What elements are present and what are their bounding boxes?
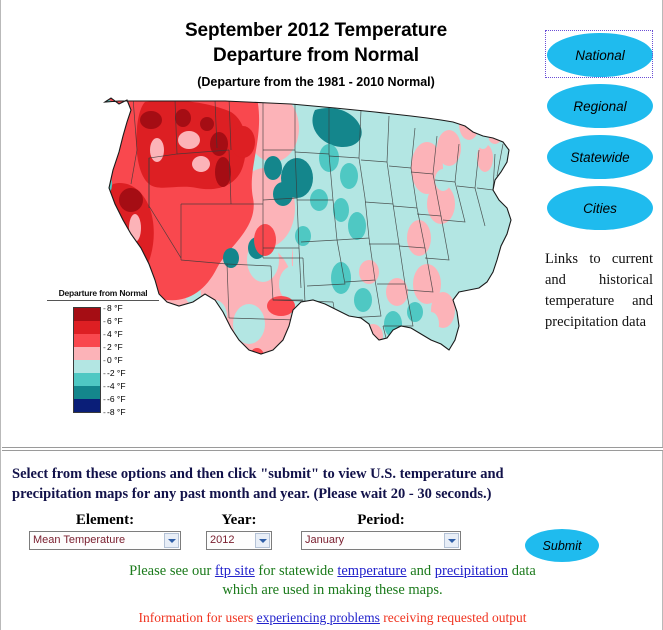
legend-colorbar	[73, 307, 101, 413]
legend-tick-label: -8 °F	[107, 407, 126, 417]
period-select[interactable]: January	[301, 531, 461, 550]
chevron-down-icon[interactable]	[164, 533, 179, 548]
experiencing-problems-link[interactable]: experiencing problems	[257, 610, 380, 625]
legend-tick-6: --4 °F	[103, 380, 126, 393]
chevron-down-icon[interactable]	[255, 533, 270, 548]
map-anomaly-fills	[105, 98, 511, 354]
submit-button[interactable]: Submit	[525, 529, 599, 562]
nav-button-national[interactable]: National	[545, 30, 655, 80]
legend-tick-label: 4 °F	[107, 329, 123, 339]
submit-button-label: Submit	[542, 538, 582, 553]
legend-tick-7: --6 °F	[103, 393, 126, 406]
legend-band-1	[74, 321, 100, 334]
period-label: Period:	[357, 512, 405, 528]
problems-note: Information for users experiencing probl…	[1, 610, 663, 626]
legend-tick-1: -6 °F	[103, 315, 123, 328]
problems-pre-text: Information for users	[138, 610, 257, 625]
legend-band-5	[74, 373, 100, 386]
ftp-post-text: data	[508, 563, 536, 579]
legend-tick-2: -4 °F	[103, 328, 123, 341]
sidebar-nav-buttons: National Regional Statewide Cities	[545, 30, 657, 233]
period-control-group: Period: January	[301, 512, 461, 550]
instructions-line-1: Select from these options and then click…	[12, 466, 504, 482]
ftp-mid-text-1: for statewide	[254, 563, 338, 579]
year-control-group: Year: 2012	[206, 512, 272, 550]
form-controls: Element: Mean Temperature Year: 2012 Per…	[1, 512, 663, 562]
form-instructions: Select from these options and then click…	[12, 464, 652, 504]
map-legend: Departure from Normal -8 °F -6 °F -4 °F -2 …	[47, 288, 159, 417]
page-frame: September 2012 Temperature Departure fro…	[0, 0, 663, 630]
legend-tick-label: 6 °F	[107, 316, 123, 326]
temperature-link[interactable]: temperature	[337, 563, 406, 579]
element-select-value: Mean Temperature	[33, 534, 126, 546]
period-select-value: January	[305, 534, 345, 546]
precipitation-link[interactable]: precipitation	[435, 563, 508, 579]
legend-tick-label: -6 °F	[107, 394, 126, 404]
nav-button-label: Cities	[583, 200, 617, 216]
ftp-site-link[interactable]: ftp site	[215, 563, 255, 579]
nav-button-label: Regional	[573, 98, 627, 114]
nav-button-cities[interactable]: Cities	[545, 183, 655, 233]
legend-band-7	[74, 399, 100, 412]
legend-tick-8: --8 °F	[103, 406, 126, 419]
year-select[interactable]: 2012	[206, 531, 272, 550]
temperature-anomaly-map	[97, 88, 517, 368]
sidebar-links-description: Links to current and historical temperat…	[545, 251, 653, 330]
element-control-group: Element: Mean Temperature	[29, 512, 181, 550]
nav-button-regional[interactable]: Regional	[545, 81, 655, 131]
legend-tick-3: -2 °F	[103, 341, 123, 354]
sidebar: National Regional Statewide Cities Links to…	[545, 30, 657, 333]
legend-tick-label: -4 °F	[107, 381, 126, 391]
legend-tick-5: --2 °F	[103, 367, 126, 380]
nav-button-label: Statewide	[570, 149, 630, 165]
year-label: Year:	[221, 512, 257, 528]
legend-tick-0: -8 °F	[103, 302, 123, 315]
title-line-1: September 2012 Temperature	[184, 20, 448, 41]
title-line-2: Departure from Normal	[213, 45, 419, 66]
element-select[interactable]: Mean Temperature	[29, 531, 181, 550]
ftp-pre-text: Please see our	[129, 563, 215, 579]
ftp-note-line-1: Please see our ftp site for statewide te…	[1, 562, 663, 581]
legend-band-0	[74, 308, 100, 321]
legend-tick-label: 2 °F	[107, 342, 123, 352]
element-label: Element:	[75, 512, 135, 528]
legend-band-3	[74, 347, 100, 360]
instructions-line-2: precipitation maps for any past month an…	[12, 486, 492, 502]
legend-tick-label: 0 °F	[107, 355, 123, 365]
legend-band-4	[74, 360, 100, 373]
nav-button-statewide[interactable]: Statewide	[545, 132, 655, 182]
legend-tick-label: -2 °F	[107, 368, 126, 378]
panel-divider	[2, 447, 663, 451]
ftp-mid-text-2: and	[406, 563, 435, 579]
nav-button-label: National	[575, 47, 625, 63]
map-panel: September 2012 Temperature Departure fro…	[1, 0, 663, 448]
page-title: September 2012 Temperature Departure fro…	[131, 18, 501, 89]
ftp-note-line-2: which are used in making these maps.	[222, 582, 443, 598]
legend-tick-4: -0 °F	[103, 354, 123, 367]
legend-tick-labels: -8 °F -6 °F -4 °F -2 °F -0 °F --2 °F --4 °F --6…	[103, 302, 159, 419]
ftp-data-note: Please see our ftp site for statewide te…	[1, 562, 663, 600]
year-select-value: 2012	[210, 534, 235, 546]
query-form-panel: Select from these options and then click…	[1, 452, 663, 630]
chevron-down-icon[interactable]	[444, 533, 459, 548]
legend-tick-label: 8 °F	[107, 303, 123, 313]
problems-post-text: receiving requested output	[379, 610, 527, 625]
legend-body: -8 °F -6 °F -4 °F -2 °F -0 °F --2 °F --4 °F --6…	[47, 303, 159, 417]
legend-band-6	[74, 386, 100, 399]
legend-band-2	[74, 334, 100, 347]
legend-title: Departure from Normal	[47, 288, 159, 301]
title-subtitle: (Departure from the 1981 - 2010 Normal)	[197, 75, 435, 89]
